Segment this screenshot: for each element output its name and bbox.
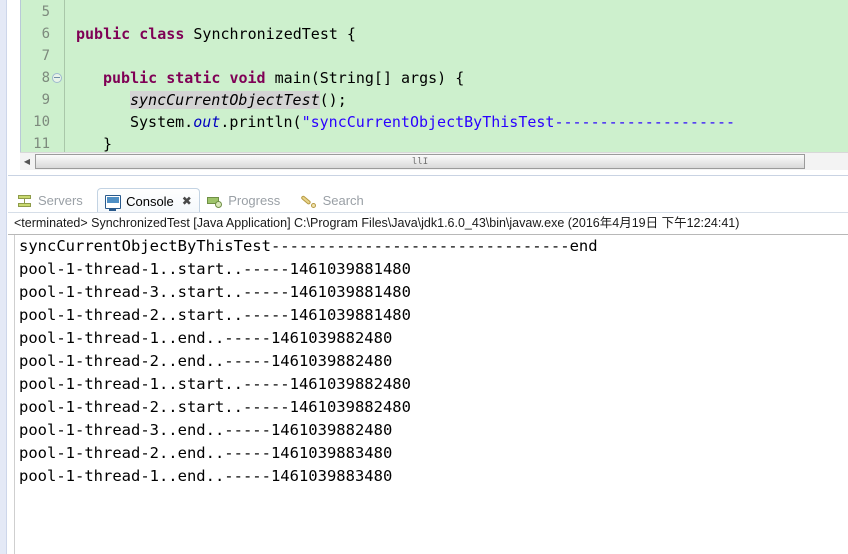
line-number: 5	[41, 4, 50, 20]
code-token: class	[139, 25, 194, 43]
close-icon[interactable]: ✖	[182, 194, 192, 208]
code-line[interactable]: public class SynchronizedTest {	[76, 23, 356, 45]
editor-horizontal-scrollbar[interactable]: ◀ llI	[20, 152, 848, 170]
code-token: }	[103, 135, 113, 152]
scrollbar-thumb[interactable]: llI	[35, 154, 805, 169]
line-number: 9	[41, 92, 50, 108]
editor-line-number-gutter[interactable]: 5 6 7 8 9 10 11	[21, 0, 65, 152]
line-number: 10	[33, 114, 50, 130]
scroll-left-arrow-icon[interactable]: ◀	[20, 153, 34, 170]
console-output-line: pool-1-thread-1..end..-----1461039883480	[19, 467, 393, 485]
console-output-line: pool-1-thread-3..end..-----1461039882480	[19, 421, 393, 439]
console-output-line: pool-1-thread-1..start..-----14610398824…	[19, 375, 411, 393]
code-token: SynchronizedTest {	[193, 25, 356, 43]
progress-icon	[207, 194, 223, 208]
console-left-margin-rule	[14, 235, 15, 554]
tab-console[interactable]: Console ✖	[97, 188, 200, 213]
line-number: 11	[33, 136, 50, 152]
console-output-line: pool-1-thread-2..start..-----14610398824…	[19, 398, 411, 416]
code-token: "syncCurrentObjectByThisTest------------…	[301, 113, 736, 131]
code-line[interactable]: syncCurrentObjectTest();	[130, 89, 347, 111]
pane-divider[interactable]	[8, 175, 848, 180]
line-number: 6	[41, 26, 50, 42]
code-line[interactable]: public static void main(String[] args) {	[103, 67, 464, 89]
tab-label: Console	[126, 193, 174, 209]
console-output-line: syncCurrentObjectByThisTest-------------…	[19, 237, 598, 255]
code-line[interactable]: }	[103, 133, 112, 152]
code-token: public	[103, 69, 167, 87]
console-launch-header: <terminated> SynchronizedTest [Java Appl…	[14, 216, 740, 230]
console-output-area[interactable]: syncCurrentObjectByThisTest-------------…	[8, 235, 848, 554]
eclipse-window: 5 6 7 8 9 10 11 public class SynchronizedTest …	[0, 0, 848, 554]
code-token: void	[229, 69, 275, 87]
code-token: out	[193, 113, 221, 131]
code-token: syncCurrentObjectTest	[130, 91, 320, 109]
console-icon	[105, 195, 122, 211]
console-output-line: pool-1-thread-2..end..-----1461039882480	[19, 352, 393, 370]
console-output-line: pool-1-thread-1..end..-----1461039882480	[19, 329, 393, 347]
tab-search[interactable]: Search	[295, 188, 371, 213]
java-editor-pane: 5 6 7 8 9 10 11 public class SynchronizedTest …	[8, 0, 848, 170]
editor-frame[interactable]: 5 6 7 8 9 10 11 public class SynchronizedTest …	[20, 0, 848, 152]
code-token: static	[166, 69, 230, 87]
view-tab-bar: Servers Console ✖ Progress Search	[8, 186, 848, 214]
tab-label: Search	[322, 193, 364, 208]
search-icon	[302, 194, 318, 208]
scrollbar-grip-icon: llI	[411, 156, 429, 167]
console-output-line: pool-1-thread-1..start..-----14610398814…	[19, 260, 411, 278]
console-output-line: pool-1-thread-2..end..-----1461039883480	[19, 444, 393, 462]
code-token: .println(	[220, 113, 302, 131]
console-view[interactable]: <terminated> SynchronizedTest [Java Appl…	[8, 213, 848, 554]
line-number: 8	[41, 70, 50, 86]
console-output-line: pool-1-thread-2..start..-----14610398814…	[19, 306, 411, 324]
tab-label: Progress	[228, 193, 281, 208]
servers-icon	[17, 194, 33, 208]
tab-progress[interactable]: Progress	[200, 188, 287, 213]
window-left-rail	[0, 0, 7, 554]
line-number: 7	[41, 48, 50, 64]
code-token: main(String[] args) {	[274, 69, 465, 87]
code-line[interactable]: System.out.println("syncCurrentObjectByT…	[130, 111, 735, 133]
editor-code-area[interactable]: public class SynchronizedTest {public st…	[66, 0, 848, 152]
code-token: public	[76, 25, 140, 43]
tab-label: Servers	[38, 193, 83, 208]
code-token: ();	[319, 91, 347, 109]
code-token: System.	[130, 113, 194, 131]
console-output-line: pool-1-thread-3..start..-----14610398814…	[19, 283, 411, 301]
tab-servers[interactable]: Servers	[10, 188, 90, 213]
code-fold-collapse-icon[interactable]	[52, 73, 62, 83]
